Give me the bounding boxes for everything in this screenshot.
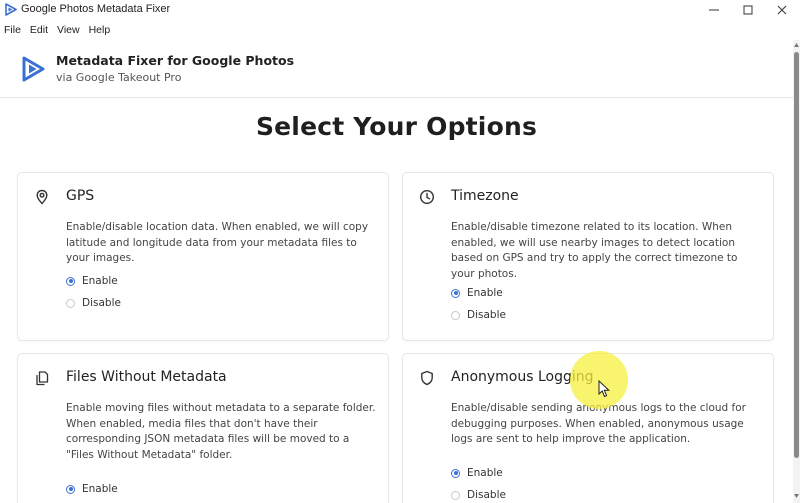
clock-icon <box>419 189 435 205</box>
timezone-enable-label: Enable <box>467 287 503 299</box>
timezone-title: Timezone <box>451 188 519 204</box>
minimize-icon <box>709 9 719 11</box>
minimize-button[interactable] <box>698 0 730 20</box>
anonymous-logging-description: Enable/disable sending anonymous logs to… <box>451 402 746 446</box>
play-triangle-icon <box>5 3 17 16</box>
files-without-metadata-title: Files Without Metadata <box>66 369 227 385</box>
logging-disable-radio[interactable] <box>451 490 460 500</box>
files-icon <box>36 371 49 386</box>
app-subtitle: via Google Takeout Pro <box>56 71 182 84</box>
logging-enable-radio[interactable] <box>451 468 460 478</box>
logging-disable-option[interactable]: Disable <box>451 489 506 501</box>
scrollbar-thumb[interactable] <box>794 52 799 458</box>
play-triangle-logo-icon <box>22 56 45 82</box>
gps-enable-option[interactable]: Enable <box>66 275 118 287</box>
files-without-metadata-description: Enable moving files without metadata to … <box>66 402 376 461</box>
gps-enable-radio[interactable] <box>66 276 75 286</box>
gps-card: GPS Enable/disable location data. When e… <box>17 172 389 341</box>
files-without-metadata-card: Files Without Metadata Enable moving fil… <box>17 353 389 503</box>
logging-disable-label: Disable <box>467 489 506 501</box>
gps-disable-label: Disable <box>82 297 121 309</box>
app-title: Metadata Fixer for Google Photos <box>56 53 295 68</box>
shield-icon <box>421 370 433 386</box>
timezone-disable-label: Disable <box>467 309 506 321</box>
menu-view[interactable]: View <box>53 24 84 36</box>
mouse-cursor-icon <box>598 380 611 398</box>
logging-enable-option[interactable]: Enable <box>451 467 503 479</box>
files-enable-radio[interactable] <box>66 484 75 494</box>
scroll-up-arrow-icon[interactable] <box>793 42 800 48</box>
gps-disable-radio[interactable] <box>66 298 75 308</box>
close-icon <box>777 5 787 15</box>
menu-file[interactable]: File <box>0 24 25 36</box>
gps-enable-label: Enable <box>82 275 118 287</box>
timezone-card: Timezone Enable/disable timezone related… <box>402 172 774 341</box>
menu-help[interactable]: Help <box>85 24 115 36</box>
logging-enable-label: Enable <box>467 467 503 479</box>
page-title: Select Your Options <box>255 112 538 141</box>
maximize-button[interactable] <box>732 0 764 20</box>
timezone-disable-option[interactable]: Disable <box>451 309 506 321</box>
timezone-enable-option[interactable]: Enable <box>451 287 503 299</box>
window-titlebar: Google Photos Metadata Fixer <box>0 0 800 20</box>
timezone-enable-radio[interactable] <box>451 288 460 298</box>
menu-bar: File Edit View Help <box>0 21 800 39</box>
files-enable-label: Enable <box>82 483 118 495</box>
gps-title: GPS <box>66 188 95 204</box>
scroll-down-arrow-icon[interactable] <box>793 493 800 499</box>
gps-description: Enable/disable location data. When enabl… <box>66 221 369 265</box>
maximize-icon <box>743 5 753 15</box>
window-title: Google Photos Metadata Fixer <box>21 3 171 15</box>
gps-disable-option[interactable]: Disable <box>66 297 121 309</box>
timezone-description: Enable/disable timezone related to its l… <box>451 221 738 280</box>
close-button[interactable] <box>766 0 798 20</box>
location-pin-icon <box>36 189 48 205</box>
timezone-disable-radio[interactable] <box>451 310 460 320</box>
vertical-scrollbar[interactable] <box>793 40 800 503</box>
files-enable-option[interactable]: Enable <box>66 483 118 495</box>
app-header: Metadata Fixer for Google Photos via Goo… <box>0 40 793 98</box>
menu-edit[interactable]: Edit <box>26 24 52 36</box>
